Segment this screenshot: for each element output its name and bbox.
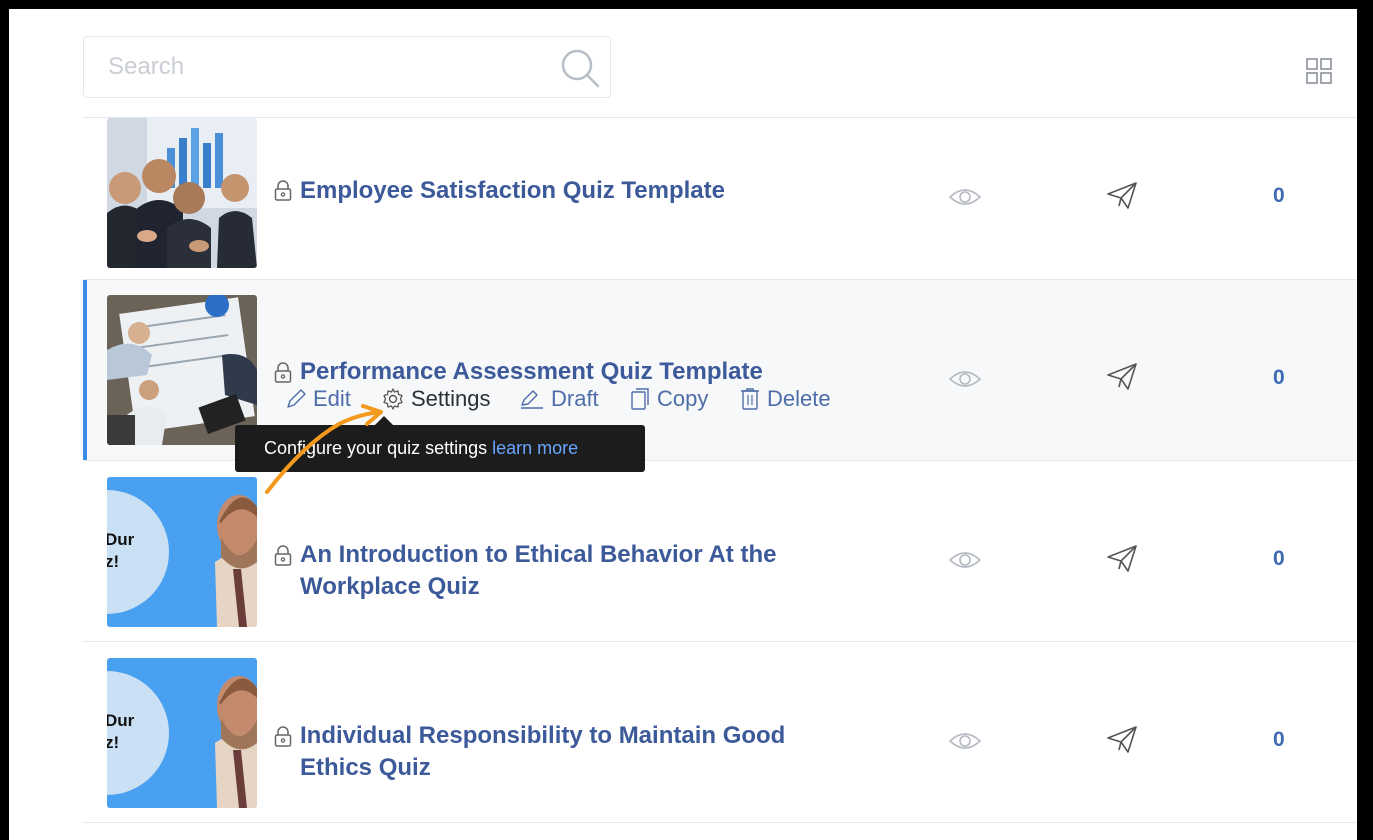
quiz-row[interactable]: Employee Satisfaction Quiz Template 0 <box>83 118 1357 299</box>
draft-icon <box>521 390 543 409</box>
quiz-thumbnail: Dur z! <box>107 477 257 627</box>
gear-icon <box>383 388 403 410</box>
draft-button[interactable]: Draft <box>519 386 599 412</box>
thumbnail-text: Dur <box>107 711 135 730</box>
search-box[interactable] <box>83 36 611 98</box>
eye-icon[interactable] <box>948 549 982 571</box>
response-count[interactable]: 0 <box>1273 184 1303 208</box>
thumbnail-text: z! <box>107 733 119 752</box>
eye-icon[interactable] <box>948 730 982 752</box>
send-icon[interactable] <box>1106 361 1138 391</box>
quiz-title[interactable]: An Introduction to Ethical Behavior At t… <box>300 539 820 603</box>
settings-tooltip: Configure your quiz settings learn more <box>235 416 645 472</box>
lock-icon <box>274 726 292 747</box>
quiz-thumbnail <box>107 295 257 445</box>
response-count[interactable]: 0 <box>1273 728 1303 752</box>
learn-more-link[interactable]: learn more <box>492 438 578 458</box>
eye-icon[interactable] <box>948 186 982 208</box>
quiz-title[interactable]: Performance Assessment Quiz Template <box>300 356 860 388</box>
copy-label: Copy <box>657 386 709 411</box>
search-input[interactable] <box>84 37 544 97</box>
eye-icon[interactable] <box>948 368 982 390</box>
response-count[interactable]: 0 <box>1273 366 1303 390</box>
settings-label: Settings <box>411 386 491 411</box>
quiz-title[interactable]: Employee Satisfaction Quiz Template <box>300 175 860 207</box>
lock-icon <box>274 362 292 383</box>
lock-icon <box>274 180 292 201</box>
edit-label: Edit <box>313 386 351 411</box>
grid-view-icon[interactable] <box>1305 57 1333 85</box>
settings-button[interactable]: Settings <box>381 386 491 412</box>
send-icon[interactable] <box>1106 180 1138 210</box>
delete-label: Delete <box>767 386 831 411</box>
send-icon[interactable] <box>1106 724 1138 754</box>
copy-button[interactable]: Copy <box>629 386 708 412</box>
quiz-thumbnail: Dur z! <box>107 658 257 808</box>
lock-icon <box>274 545 292 566</box>
quiz-thumbnail <box>107 118 257 268</box>
edit-button[interactable]: Edit <box>285 386 351 412</box>
quiz-list-panel: Employee Satisfaction Quiz Template 0 <box>9 9 1357 840</box>
search-icon[interactable] <box>558 46 602 90</box>
pencil-icon <box>287 389 306 408</box>
delete-button[interactable]: Delete <box>739 386 831 412</box>
tooltip-text: Configure your quiz settings <box>264 438 488 458</box>
send-icon[interactable] <box>1106 543 1138 573</box>
thumbnail-text: Dur <box>107 530 135 549</box>
trash-icon <box>741 388 759 410</box>
tooltip-caret <box>375 416 393 425</box>
divider <box>83 822 1357 823</box>
quiz-title[interactable]: Individual Responsibility to Maintain Go… <box>300 720 830 784</box>
quiz-row[interactable]: Dur z! Individual Responsibility to Main… <box>83 642 1357 823</box>
copy-icon <box>631 388 649 410</box>
draft-label: Draft <box>551 386 599 411</box>
thumbnail-text: z! <box>107 552 119 571</box>
quiz-row[interactable]: Dur z! An Introduction to Ethical Behavi… <box>83 461 1357 642</box>
response-count[interactable]: 0 <box>1273 547 1303 571</box>
